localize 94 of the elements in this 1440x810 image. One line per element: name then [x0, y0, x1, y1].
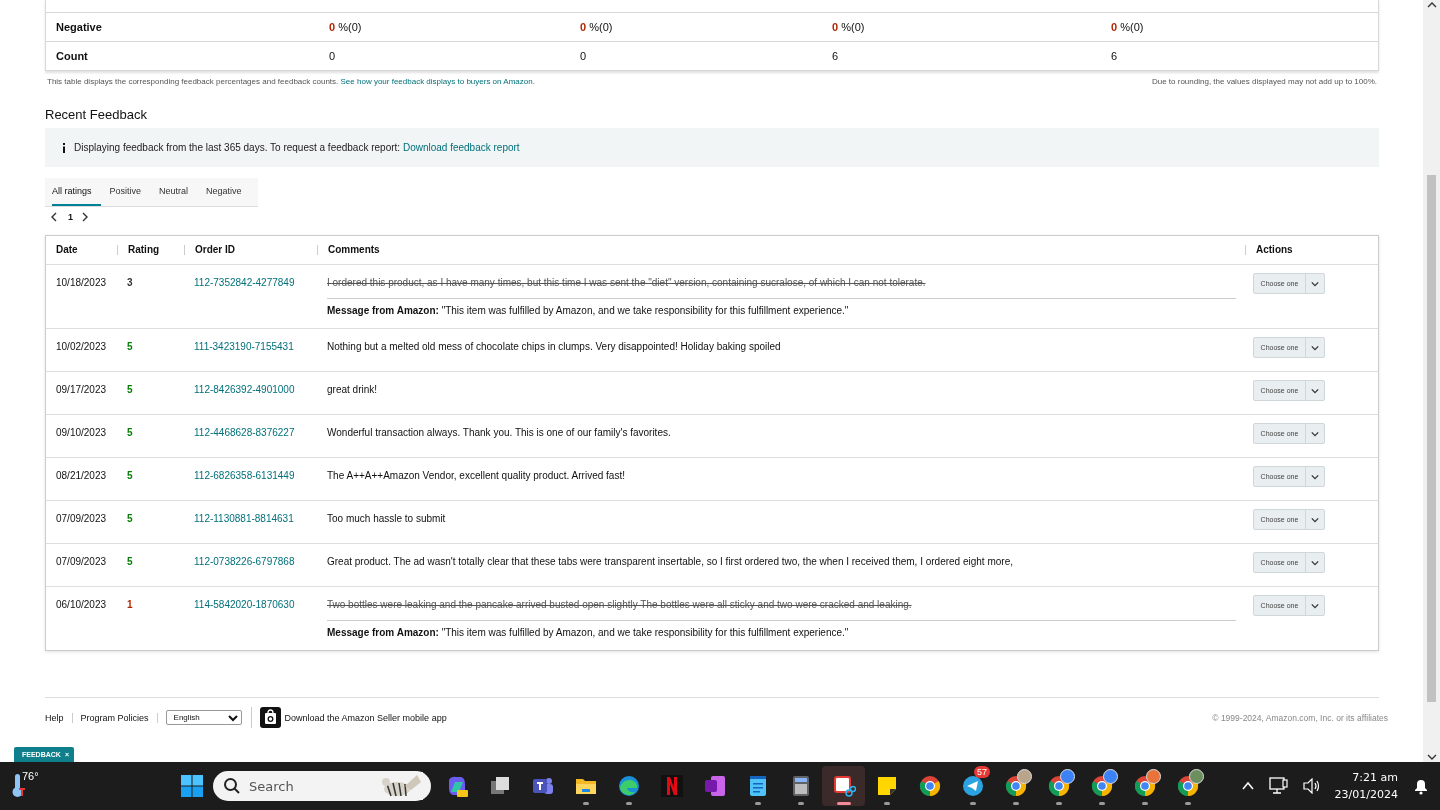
comment-text: Too much hassle to submit — [327, 513, 447, 524]
order-id-link[interactable]: 112-6826358-6131449 — [194, 470, 317, 481]
column-header: Comments — [317, 245, 1245, 255]
network-icon[interactable] — [1268, 777, 1289, 795]
row-label: Count — [55, 50, 89, 62]
rating-value: 5 — [126, 426, 134, 440]
comment-text: The A++A++Amazon Vendor, excellent quality product. Arrived fast! — [327, 470, 626, 481]
volume-icon[interactable] — [1302, 778, 1321, 794]
caret-icon — [1311, 472, 1319, 481]
caret-icon — [1311, 279, 1319, 288]
date-cell-text: 06/10/2023 — [55, 598, 108, 612]
windows-logo-icon — [180, 775, 203, 797]
order-id-link[interactable]: 112-1130881-8814631 — [194, 513, 317, 524]
table-cell-text: 0 %(0) — [580, 21, 614, 33]
mobile-app-link[interactable]: Download the Amazon Seller mobile app — [250, 707, 447, 728]
column-header: Order ID — [184, 245, 317, 255]
info-text: Displaying feedback from the last 365 days. To request a feedback report: Download feedback report — [74, 142, 520, 153]
comment-text: Two bottles were leaking and the pancake arrived busted open slightly The bottles were all sticky and two were cracked and leaking. — [327, 599, 913, 610]
order-id-link[interactable]: 112-8426392-4901000 — [194, 384, 317, 395]
table-cell-text: 0 — [329, 50, 337, 62]
language-select[interactable]: English — [165, 710, 242, 725]
row-label: Negative — [55, 21, 103, 33]
rating-tab[interactable]: Negative — [206, 178, 251, 206]
caret-icon — [1311, 601, 1319, 610]
table-cell-text: 0 %(0) — [1111, 21, 1145, 33]
caret-icon — [1311, 515, 1319, 524]
rating-value: 1 — [126, 598, 134, 612]
rating-value: 5 — [126, 469, 134, 483]
caret-icon — [1311, 558, 1319, 567]
table-cell-text: 6 — [1111, 50, 1119, 62]
table-cell-text: 0 %(0) — [832, 21, 866, 33]
download-report-link[interactable]: Download feedback report — [402, 142, 520, 153]
netflix-icon — [659, 774, 684, 798]
amazon-message: Message from Amazon: "This item was fulfilled by Amazon, and we take responsibility for this fulfillment experience." — [327, 620, 1236, 638]
rating-tab[interactable]: Positive — [109, 178, 151, 206]
buyer-view-link[interactable]: See how your feedback displays to buyers on Amazon. — [340, 77, 535, 86]
notification-bell-icon[interactable] — [1412, 777, 1430, 795]
rating-value: 5 — [126, 383, 134, 397]
table-cell-text: 6 — [832, 50, 840, 62]
comment-text: Wonderful transaction always. Thank you. This is one of our family's favorites. — [327, 427, 672, 438]
rounding-note: Due to rounding, the values displayed may not add up to 100%. — [1151, 77, 1377, 86]
date-cell-text: 09/17/2023 — [55, 383, 108, 397]
shopping-bag-icon — [259, 707, 281, 728]
rating-value: 5 — [126, 512, 134, 526]
edge-icon — [616, 774, 641, 798]
order-id-link[interactable]: 111-3423190-7155431 — [194, 341, 317, 352]
notification-badge: 57 — [974, 766, 990, 778]
table-note: This table displays the corresponding feedback percentages and feedback counts. See how your feedback displays to buyers on Amazon. — [47, 77, 535, 86]
rating-tab[interactable]: All ratings — [52, 178, 101, 206]
footer-link[interactable]: Program Policies — [72, 712, 158, 723]
order-id-link[interactable]: 114-5842020-1870630 — [194, 599, 317, 610]
caret-icon — [1311, 343, 1319, 352]
taskbar-app-button[interactable] — [822, 766, 865, 806]
caret-icon — [1311, 386, 1319, 395]
rating-value: 5 — [126, 555, 134, 569]
column-header: Rating — [117, 245, 184, 255]
table-cell-text: 0 %(0) — [329, 21, 363, 33]
comment-text: Great product. The ad wasn't totally clear that these tabs were transparent insertable, so I first ordered two, the when I received them, I ordered eight more, — [327, 556, 1014, 567]
footer-link[interactable]: Help — [45, 712, 73, 723]
telegram-icon — [960, 774, 985, 798]
date-cell-text: 07/09/2023 — [55, 512, 108, 526]
comment-text: I ordered this product, as I have many times, but this time I was sent the "diet" version, containing sucralose, of which I can not tolerate. — [327, 277, 927, 288]
rating-value: 3 — [126, 276, 134, 290]
amazon-message: Message from Amazon: "This item was fulfilled by Amazon, and we take responsibility for this fulfillment experience." — [327, 298, 1236, 316]
section-title: Recent Feedback — [45, 107, 148, 122]
comment-text: great drink! — [327, 384, 379, 395]
table-cell-text: 0 — [580, 50, 588, 62]
scroll-up-icon[interactable] — [1426, 0, 1437, 10]
caret-icon — [1311, 429, 1319, 438]
date-cell-text: 08/21/2023 — [55, 469, 108, 483]
page-number[interactable]: 1 — [68, 212, 73, 222]
order-id-link[interactable]: 112-4468628-8376227 — [194, 427, 317, 438]
snipping-tool-icon — [831, 774, 856, 798]
column-header: Date — [55, 245, 79, 255]
order-id-link[interactable]: 112-0738226-6797868 — [194, 556, 317, 567]
date-cell-text: 07/09/2023 — [55, 555, 108, 569]
comment-text: Nothing but a melted old mess of chocolate chips in clumps. Very disappointed! Holiday baking spoiled — [327, 341, 782, 352]
date-cell-text: 10/02/2023 — [55, 340, 108, 354]
order-id-link[interactable]: 112-7352842-4277849 — [194, 277, 317, 288]
date-cell-text: 09/10/2023 — [55, 426, 108, 440]
onenote-icon — [702, 774, 727, 798]
info-icon — [62, 142, 66, 153]
taskbar-app-button[interactable]: 57 — [951, 766, 994, 806]
chrome-icon — [917, 774, 942, 798]
rating-tab[interactable]: Neutral — [159, 178, 198, 206]
rating-value: 5 — [126, 340, 134, 354]
column-header: Actions — [1245, 245, 1378, 255]
clock[interactable]: 7:21 am 23/01/2024 — [1334, 769, 1398, 803]
date-cell-text: 10/18/2023 — [55, 276, 108, 290]
scroll-down-icon[interactable] — [1426, 752, 1437, 762]
search-icon — [223, 777, 241, 795]
weather-widget[interactable]: 76° — [10, 770, 39, 798]
caret-icon — [227, 712, 238, 723]
copyright: © 1999-2024, Amazon.com, Inc. or its affiliates — [1212, 712, 1388, 723]
